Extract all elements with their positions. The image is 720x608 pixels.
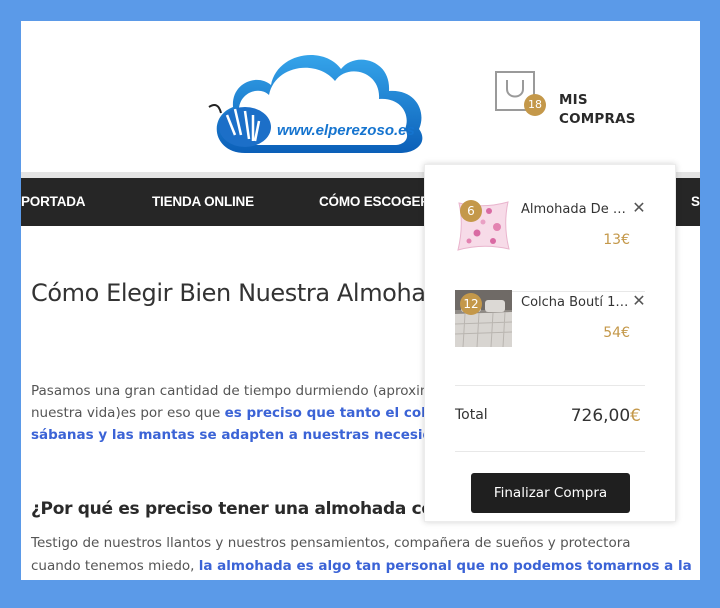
cart-total-label: Total <box>455 407 488 423</box>
cart-item: 6 Almohada De Fibra Floral ✕ 13€ <box>455 197 647 267</box>
cart-item-name[interactable]: Colcha Boutí 150 Gris <box>521 295 631 310</box>
cart-total-value: 726,00€ <box>555 406 641 426</box>
divider <box>455 451 645 452</box>
section-link[interactable]: la almohada es algo tan personal que no … <box>199 558 692 574</box>
cart-label-line1: MIS <box>559 92 588 108</box>
svg-text:www.elperezoso.es: www.elperezoso.es <box>277 122 415 139</box>
mini-cart-dropdown: 6 Almohada De Fibra Floral ✕ 13€ 12 Colc… <box>424 164 676 522</box>
section-text: Testigo de nuestros llantos y nuestros p… <box>31 535 631 551</box>
cart-button[interactable]: 18 MIS COMPRAS <box>495 71 645 131</box>
cart-item-qty-badge: 12 <box>460 293 482 315</box>
section-paragraph: Testigo de nuestros llantos y nuestros p… <box>31 532 692 578</box>
page: www.elperezoso.es 18 MIS COMPRAS PORTADA… <box>21 21 700 580</box>
divider <box>455 385 645 386</box>
intro-text: nuestra vida)es por eso que <box>31 405 225 421</box>
checkout-button[interactable]: Finalizar Compra <box>471 473 630 513</box>
cart-label-line2: COMPRAS <box>559 111 636 127</box>
nav-item-como-escoger[interactable]: CÓMO ESCOGER <box>319 178 430 226</box>
total-currency: € <box>630 406 641 426</box>
close-icon[interactable]: ✕ <box>631 197 647 219</box>
cart-item-price: 13€ <box>603 232 630 248</box>
nav-item-portada[interactable]: PORTADA <box>21 178 86 226</box>
close-icon[interactable]: ✕ <box>631 290 647 312</box>
cloud-logo-icon: www.elperezoso.es <box>208 55 423 153</box>
site-logo[interactable]: www.elperezoso.es <box>205 43 431 155</box>
section-text: cuando tenemos miedo, <box>31 558 199 574</box>
cart-item-price: 54€ <box>603 325 630 341</box>
total-amount: 726,00 <box>570 406 631 426</box>
cart-count-badge: 18 <box>524 94 546 116</box>
cart-item-name[interactable]: Almohada De Fibra Floral <box>521 202 631 217</box>
nav-item-more[interactable]: SO <box>691 178 700 226</box>
intro-link[interactable]: sábanas y las mantas se adapten a nuestr… <box>31 427 473 443</box>
nav-item-tienda-online[interactable]: TIENDA ONLINE <box>152 178 254 226</box>
cart-item-qty-badge: 6 <box>460 200 482 222</box>
cart-item: 12 Colcha Boutí 150 Gris ✕ 54€ <box>455 290 647 360</box>
page-title: Cómo Elegir Bien Nuestra Almohada <box>31 279 455 307</box>
cart-label: MIS COMPRAS <box>559 91 649 129</box>
